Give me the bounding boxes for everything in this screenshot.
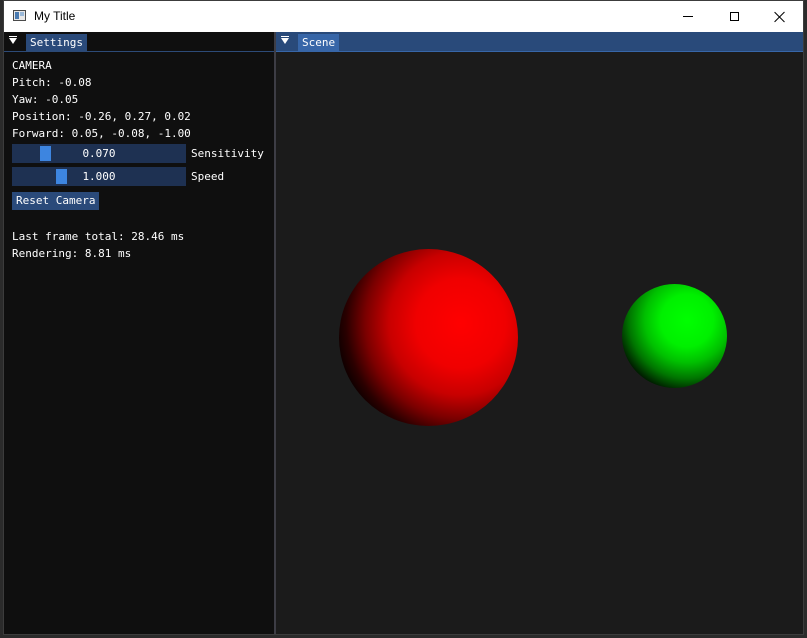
speed-label: Speed	[191, 170, 225, 183]
close-button[interactable]	[757, 1, 803, 32]
tab-settings[interactable]: Settings	[26, 34, 87, 51]
forward-readout: Forward: 0.05, -0.08, -1.00	[12, 127, 191, 140]
settings-tab-bar: Settings	[4, 32, 274, 52]
settings-panel: Settings CAMERA Pitch: -0.08 Yaw: -0.05 …	[4, 32, 276, 634]
position-readout: Position: -0.26, 0.27, 0.02	[12, 110, 191, 123]
reset-camera-button[interactable]: Reset Camera	[12, 192, 100, 210]
collapse-arrow-icon[interactable]	[281, 36, 289, 44]
red-sphere	[339, 249, 518, 426]
camera-heading: CAMERA	[12, 59, 52, 72]
scene-tab-bar: Scene	[276, 32, 803, 52]
yaw-readout: Yaw: -0.05	[12, 93, 79, 106]
title-bar[interactable]: My Title	[4, 1, 803, 32]
window-content: Settings CAMERA Pitch: -0.08 Yaw: -0.05 …	[4, 32, 803, 634]
pitch-readout: Pitch: -0.08	[12, 76, 92, 89]
tab-scene[interactable]: Scene	[298, 34, 340, 51]
frame-total-readout: Last frame total: 28.46 ms	[12, 230, 185, 243]
app-window: My Title Settings CAMERA Pitch: -0.08 Ya…	[3, 0, 804, 635]
sensitivity-label: Sensitivity	[191, 147, 264, 160]
minimize-button[interactable]	[665, 1, 711, 32]
speed-value: 1.000	[82, 170, 116, 183]
app-window-icon	[13, 10, 26, 21]
minimize-icon	[683, 16, 693, 17]
window-title: My Title	[34, 9, 76, 23]
collapse-arrow-icon[interactable]	[9, 36, 17, 44]
sensitivity-value: 0.070	[82, 147, 116, 160]
sensitivity-slider[interactable]: 0.070	[12, 144, 186, 163]
maximize-icon	[729, 12, 739, 21]
speed-slider[interactable]: 1.000	[12, 167, 186, 186]
close-icon	[774, 11, 786, 23]
maximize-button[interactable]	[711, 1, 757, 32]
scene-panel[interactable]: Scene	[276, 32, 803, 634]
green-sphere	[622, 284, 727, 388]
rendering-readout: Rendering: 8.81 ms	[12, 247, 132, 260]
